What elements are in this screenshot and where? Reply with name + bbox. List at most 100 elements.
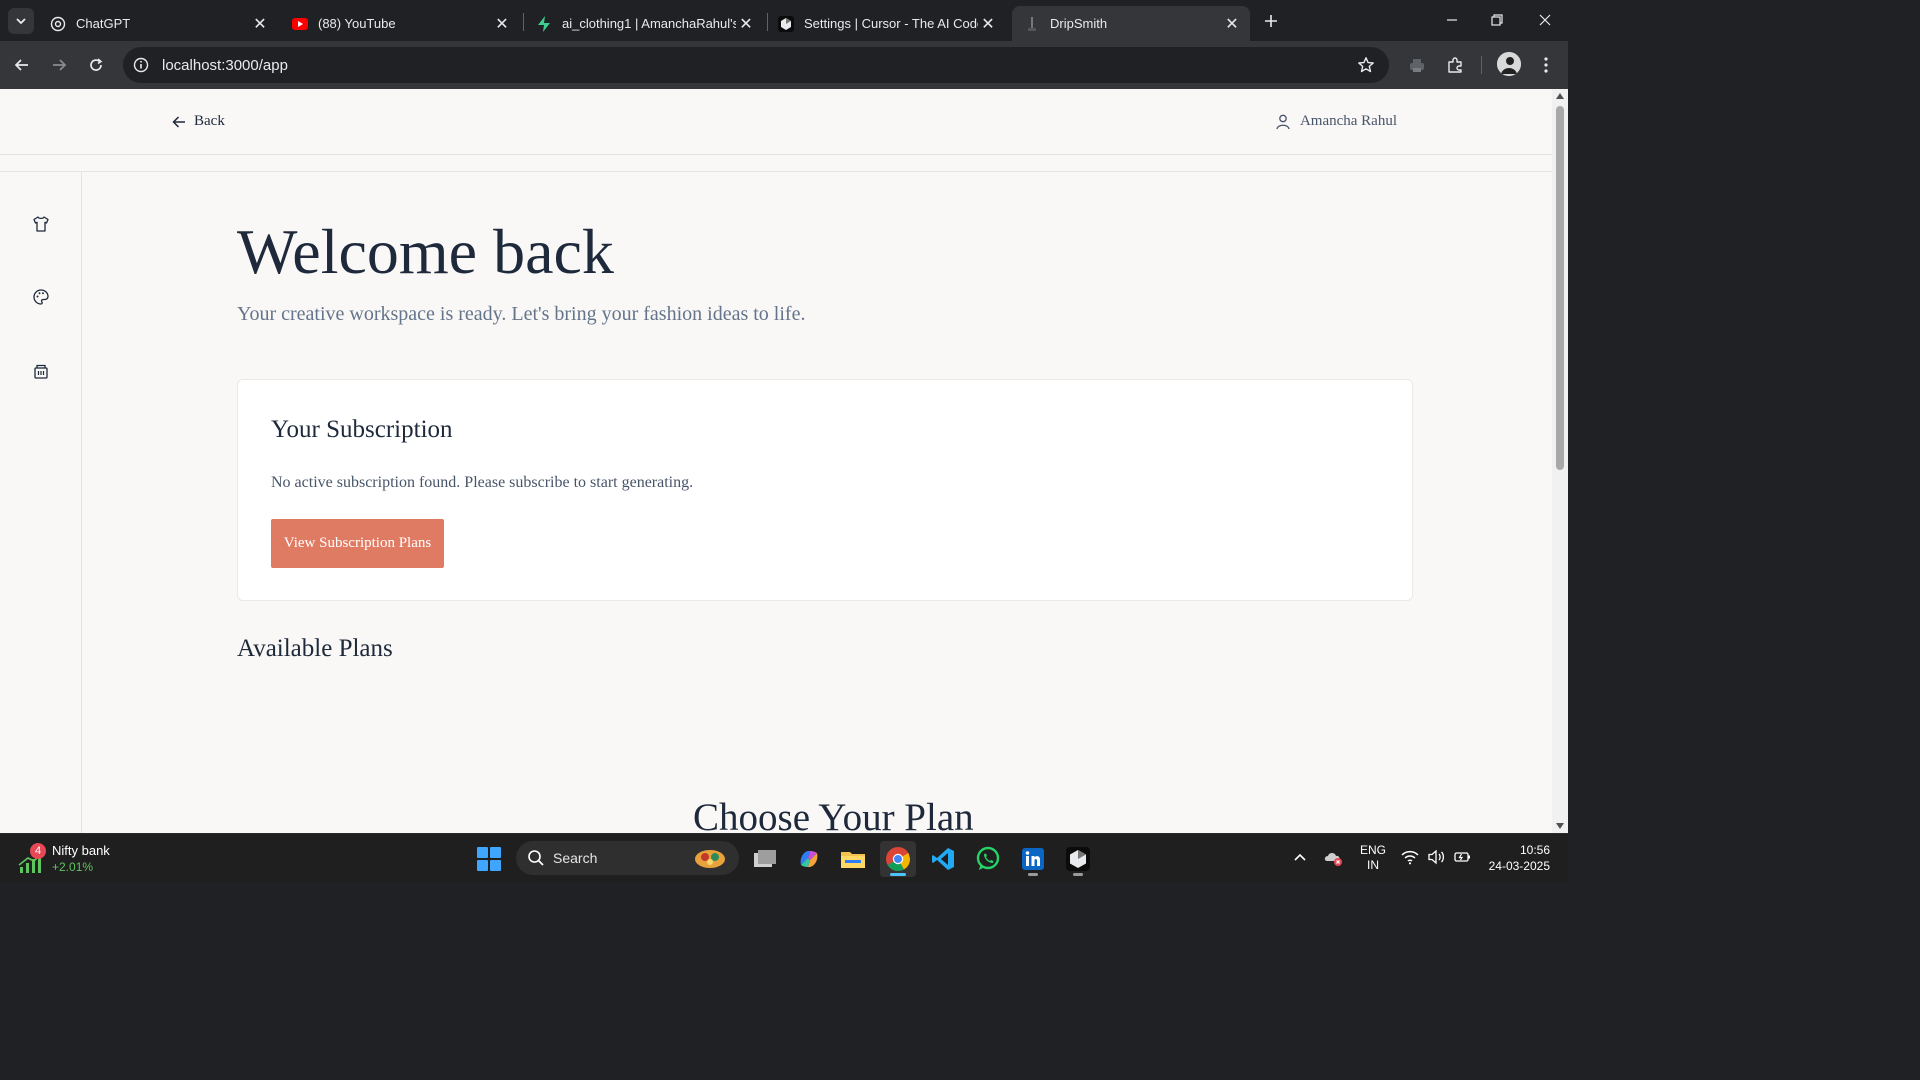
forward-nav-button[interactable] (47, 53, 71, 77)
user-name: Amancha Rahul (1299, 113, 1397, 129)
address-bar[interactable]: localhost:3000/app (123, 47, 1389, 83)
running-indicator (1028, 873, 1038, 876)
tab-youtube[interactable]: (88) YouTube ✕ (280, 6, 520, 41)
windows-taskbar: 4 Nifty bank +2.01% Search ENG IN 10:56 … (0, 833, 1568, 882)
back-label: Back (194, 113, 225, 129)
new-tab-button[interactable] (1260, 10, 1282, 32)
copilot-app[interactable] (791, 841, 827, 877)
search-label: Search (553, 850, 598, 866)
browser-toolbar: localhost:3000/app (0, 41, 1568, 89)
extensions-icon[interactable] (1443, 53, 1467, 77)
page-scrollbar[interactable] (1552, 89, 1568, 833)
toolbar-divider (1481, 56, 1482, 74)
whatsapp-app[interactable] (970, 841, 1006, 877)
volume-icon (1428, 849, 1445, 865)
user-menu[interactable]: Amancha Rahul (1276, 113, 1397, 130)
reload-button[interactable] (84, 53, 108, 77)
start-button[interactable] (477, 847, 501, 871)
printer-icon[interactable] (1405, 53, 1429, 77)
bookmark-star-icon[interactable] (1357, 56, 1375, 74)
restore-icon (1491, 14, 1503, 26)
chrome-app[interactable] (880, 841, 916, 877)
arrow-right-icon (53, 59, 67, 71)
folder-icon (841, 852, 865, 868)
gallery-icon[interactable] (31, 361, 51, 381)
system-clock[interactable]: 10:56 24-03-2025 (1478, 842, 1550, 874)
tab-title: DripSmith (1050, 16, 1108, 31)
plus-icon (1265, 15, 1277, 27)
supabase-icon (536, 15, 552, 32)
running-indicator (890, 873, 906, 876)
language-code: ENG (1359, 843, 1386, 857)
tab-search-button[interactable] (8, 8, 34, 34)
choose-plan-heading: Choose Your Plan (693, 796, 974, 833)
chrome-icon (886, 847, 910, 872)
close-tab-icon[interactable]: ✕ (978, 14, 998, 34)
available-plans-heading: Available Plans (237, 635, 393, 662)
vscode-icon (932, 848, 954, 870)
chatgpt-icon (50, 16, 66, 32)
tab-title: ChatGPT (76, 16, 131, 31)
running-indicator (1073, 873, 1083, 876)
reload-icon (90, 58, 103, 71)
restore-button[interactable] (1482, 8, 1512, 32)
onedrive-status-icon[interactable] (1324, 849, 1344, 867)
cursor-app[interactable] (1060, 841, 1096, 877)
scrollbar-thumb[interactable] (1556, 106, 1564, 470)
browser-menu-icon[interactable] (1534, 53, 1558, 77)
tab-dripsmith[interactable]: DripSmith ✕ (1012, 6, 1250, 41)
url-text[interactable]: localhost:3000/app (162, 57, 288, 74)
close-tab-icon[interactable]: ✕ (250, 14, 270, 34)
file-explorer-app[interactable] (835, 841, 871, 877)
minimize-button[interactable] (1437, 8, 1467, 32)
close-window-button[interactable] (1530, 8, 1560, 32)
page-viewport: Back Amancha Rahul Welcome back Your cre… (0, 89, 1552, 833)
back-nav-button[interactable] (10, 53, 34, 77)
close-icon (1539, 14, 1551, 26)
quick-settings[interactable] (1401, 849, 1471, 867)
page-subtitle: Your creative workspace is ready. Let's … (237, 303, 806, 325)
language-indicator[interactable]: ENG IN (1358, 843, 1388, 873)
linkedin-icon (1022, 848, 1044, 870)
region-code: IN (1367, 858, 1379, 872)
palette-icon[interactable] (31, 287, 51, 307)
cursor-icon (778, 15, 794, 32)
header-divider (0, 171, 1552, 172)
shirt-icon[interactable] (31, 214, 51, 234)
copilot-icon (800, 850, 818, 868)
page-title: Welcome back (237, 216, 614, 287)
windows-logo-tile (477, 847, 488, 858)
chevron-down-icon (16, 18, 26, 25)
view-subscription-plans-button[interactable]: View Subscription Plans (271, 519, 444, 568)
close-tab-icon[interactable]: ✕ (1222, 14, 1242, 34)
battery-icon (1454, 852, 1470, 862)
task-view-app[interactable] (747, 841, 783, 877)
widget-change: +2.01% (52, 860, 94, 874)
scroll-down-arrow[interactable] (1556, 823, 1564, 829)
wifi-icon (1401, 850, 1419, 865)
scroll-up-arrow[interactable] (1556, 93, 1564, 99)
browser-tab-strip: ChatGPT ✕ (88) YouTube ✕ ai_clothing1 | … (0, 0, 1568, 41)
profile-avatar[interactable] (1497, 52, 1521, 76)
whatsapp-icon (976, 846, 1000, 870)
back-link[interactable]: Back (172, 113, 225, 130)
tab-supabase[interactable]: ai_clothing1 | AmanchaRahul's ( ✕ (524, 6, 764, 41)
vscode-app[interactable] (925, 841, 961, 877)
show-hidden-icons-button[interactable] (1292, 850, 1308, 866)
close-tab-icon[interactable]: ✕ (736, 14, 756, 34)
windows-logo-tile (490, 847, 501, 858)
subscription-card: Your Subscription No active subscription… (237, 379, 1413, 601)
search-highlight-icon (695, 850, 725, 868)
app-header: Back Amancha Rahul (0, 89, 1552, 155)
taskbar-search[interactable]: Search (516, 841, 739, 875)
chevron-up-icon (1294, 853, 1306, 861)
tab-chatgpt[interactable]: ChatGPT ✕ (38, 6, 278, 41)
tab-cursor-settings[interactable]: Settings | Cursor - The AI Code ✕ (766, 6, 1006, 41)
linkedin-app[interactable] (1015, 841, 1051, 877)
clock-date: 24-03-2025 (1488, 859, 1550, 873)
site-info-icon[interactable] (132, 56, 150, 74)
subscription-title: Your Subscription (271, 416, 453, 443)
close-tab-icon[interactable]: ✕ (492, 14, 512, 34)
stock-widget[interactable]: 4 Nifty bank +2.01% (18, 841, 138, 877)
user-icon (1276, 114, 1290, 129)
